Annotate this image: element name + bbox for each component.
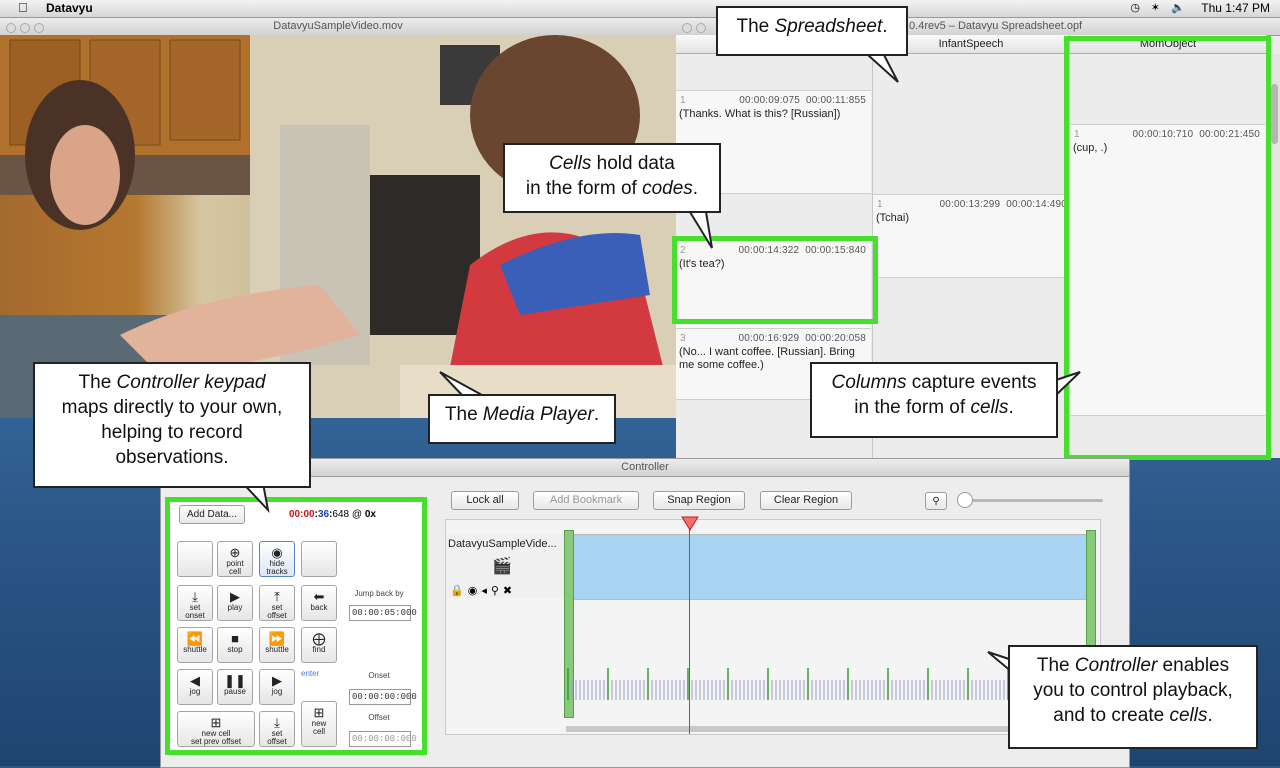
- volume-icon[interactable]: 🔈: [1171, 1, 1185, 14]
- zoom-button[interactable]: [34, 23, 44, 33]
- cell-ordinal: 3: [680, 333, 686, 344]
- timeline-area[interactable]: DatavyuSampleVide... 🎬 🔒◉◂⚲✖: [445, 516, 1101, 735]
- apple-menu-icon[interactable]: : [18, 0, 28, 15]
- zoom-slider-thumb[interactable]: [957, 492, 973, 508]
- callout-media-player: The Media Player.: [428, 394, 616, 444]
- eye-icon[interactable]: ◉: [468, 585, 482, 597]
- track-name[interactable]: DatavyuSampleVide...: [448, 538, 557, 550]
- column-highlight: [1064, 36, 1271, 460]
- video-frame[interactable]: [0, 35, 676, 418]
- time-machine-icon[interactable]: ◷: [1130, 1, 1140, 14]
- media-player-title: DatavyuSampleVideo.mov: [273, 20, 403, 32]
- spreadsheet-title: .0.4rev5 – Datavyu Spreadsheet.opf: [906, 20, 1083, 32]
- clear-region-button[interactable]: Clear Region: [760, 491, 852, 510]
- cell-value[interactable]: (Tchai): [876, 212, 1065, 225]
- app-menu-name[interactable]: Datavyu: [46, 1, 93, 15]
- video-scene: [0, 35, 676, 418]
- zoom-button[interactable]: ⚲: [925, 492, 947, 510]
- media-player-window: DatavyuSampleVideo.mov: [0, 18, 676, 418]
- cell-times[interactable]: 00:00:13:299 00:00:14:490: [939, 199, 1067, 210]
- cell-ordinal: 1: [877, 199, 883, 210]
- lock-icon[interactable]: 🔒: [450, 585, 468, 597]
- callout-controller: The Controller enables you to control pl…: [1008, 645, 1258, 749]
- close-button[interactable]: [682, 23, 692, 33]
- callout-cells: Cells hold data in the form of codes.: [503, 143, 721, 213]
- cell-ordinal: 1: [680, 95, 686, 106]
- controller-title: Controller: [621, 461, 669, 473]
- cell[interactable]: 1 00:00:13:299 00:00:14:490 (Tchai): [873, 194, 1068, 278]
- close-icon[interactable]: ✖: [503, 585, 516, 597]
- cell-times[interactable]: 00:00:09:075 00:00:11:855: [739, 95, 866, 106]
- callout-keypad: The Controller keypad maps directly to y…: [33, 362, 311, 488]
- lock-all-button[interactable]: Lock all: [451, 491, 519, 510]
- add-bookmark-button[interactable]: Add Bookmark: [533, 491, 639, 510]
- media-track-bar[interactable]: [566, 534, 1096, 600]
- menu-bar:  Datavyu ◷ ✶ 🔈 Thu 1:47 PM: [0, 0, 1280, 18]
- track-header: DatavyuSampleVide... 🎬 🔒◉◂⚲✖: [446, 534, 565, 598]
- controller-window: Controller Add Data... 00:00:36:648 @ 0x…: [160, 458, 1130, 768]
- cell-highlight: [672, 236, 878, 324]
- magnifier-icon: ⚲: [932, 496, 940, 507]
- clapperboard-icon: 🎬: [492, 558, 512, 575]
- snap-region-button[interactable]: Snap Region: [653, 491, 745, 510]
- cell-times[interactable]: 00:00:16:929 00:00:20:058: [738, 333, 866, 344]
- callout-columns: Columns capture events in the form of ce…: [810, 362, 1058, 438]
- bluetooth-icon[interactable]: ✶: [1151, 1, 1160, 14]
- zoom-slider-track[interactable]: [961, 499, 1103, 502]
- scrollbar-thumb[interactable]: [1271, 84, 1278, 144]
- track-controls: 🔒◉◂⚲✖: [450, 584, 516, 597]
- menubar-clock[interactable]: Thu 1:47 PM: [1201, 1, 1270, 15]
- keypad-highlight: [165, 497, 427, 755]
- speaker-icon[interactable]: ◂: [481, 585, 491, 597]
- playhead-line[interactable]: [689, 520, 690, 734]
- minimize-button[interactable]: [20, 23, 30, 33]
- callout-spreadsheet: The Spreadsheet.: [716, 6, 908, 56]
- cell-value[interactable]: (Thanks. What is this? [Russian]): [679, 108, 868, 121]
- close-button[interactable]: [6, 23, 16, 33]
- media-player-titlebar[interactable]: DatavyuSampleVideo.mov: [0, 18, 676, 36]
- search-icon[interactable]: ⚲: [491, 585, 503, 597]
- playhead-marker[interactable]: [681, 516, 699, 532]
- minimize-button[interactable]: [696, 23, 706, 33]
